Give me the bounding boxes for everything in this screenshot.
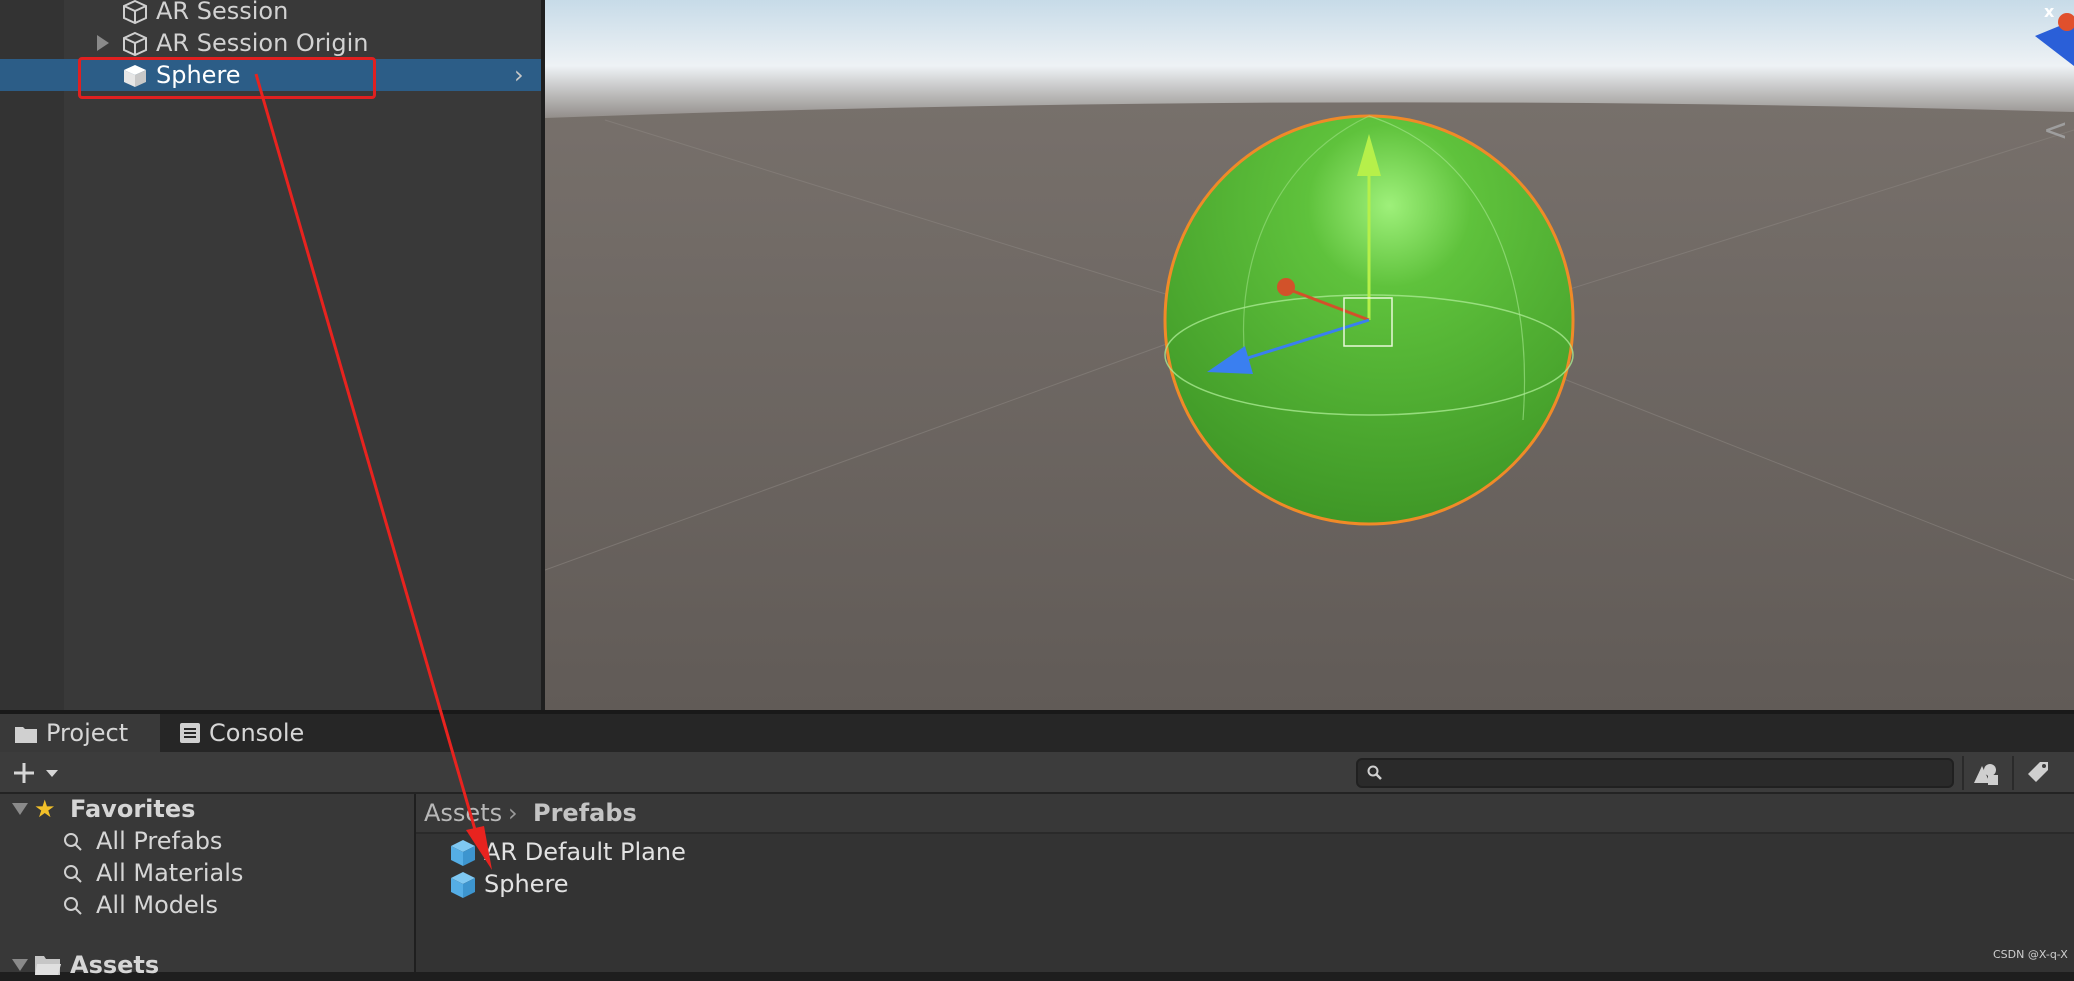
breadcrumb-separator-icon: ›: [508, 799, 518, 827]
tab-label: Console: [209, 719, 305, 747]
search-icon: [64, 865, 82, 883]
tree-item-label: Favorites: [70, 795, 196, 823]
hierarchy-gutter: [0, 0, 64, 710]
gameobject-icon: [123, 31, 147, 57]
tree-item-label: All Materials: [96, 859, 244, 887]
console-icon: [180, 723, 200, 743]
chevron-right-icon[interactable]: ›: [514, 63, 524, 87]
tag-icon: [2028, 762, 2048, 782]
gizmo-axis-label: x: [2044, 2, 2055, 21]
overlay-collapse-icon[interactable]: <: [2043, 116, 2068, 146]
tree-item-label: All Prefabs: [96, 827, 223, 855]
search-input[interactable]: [1356, 758, 1954, 788]
tree-item-all-prefabs[interactable]: All Prefabs: [0, 825, 414, 857]
filter-type-icon: [1974, 764, 1998, 785]
hierarchy-item-ar-session[interactable]: AR Session: [0, 0, 541, 27]
star-icon: ★: [34, 795, 56, 823]
scene-canvas[interactable]: [545, 0, 2074, 710]
filter-by-type-button[interactable]: [1968, 756, 2008, 790]
asset-label: AR Default Plane: [484, 838, 686, 866]
create-button[interactable]: [10, 758, 66, 788]
folder-open-icon: [35, 956, 61, 975]
prefab-icon: [451, 840, 475, 866]
tree-item-label: Assets: [70, 951, 160, 979]
folder-icon: [15, 727, 37, 743]
watermark: CSDN @X-q-X: [1993, 948, 2068, 961]
hierarchy-item-label: AR Session: [156, 0, 289, 25]
annotation-highlight-box: [78, 57, 376, 99]
prefab-icon: [451, 872, 475, 898]
asset-item-ar-default-plane[interactable]: AR Default Plane: [416, 836, 1116, 868]
tree-item-label: All Models: [96, 891, 218, 919]
toolbar-separator: [1962, 756, 1964, 790]
breadcrumb: [416, 794, 2074, 834]
hierarchy-item-label: AR Session Origin: [156, 29, 369, 57]
gameobject-icon: [123, 0, 147, 25]
tree-item-favorites[interactable]: ★ Favorites: [0, 793, 414, 825]
hierarchy-item-ar-session-origin[interactable]: AR Session Origin: [0, 27, 541, 59]
search-icon: [1367, 765, 1382, 780]
tree-item-assets[interactable]: Assets: [0, 949, 414, 981]
toolbar-separator: [2012, 756, 2014, 790]
plus-icon: [14, 763, 58, 783]
bottom-tab-bar: Project Console: [0, 714, 2074, 752]
expand-arrow-icon[interactable]: [97, 35, 109, 51]
filter-by-label-button[interactable]: [2018, 756, 2058, 790]
asset-label: Sphere: [484, 870, 569, 898]
breadcrumb-prefabs[interactable]: Prefabs: [533, 798, 637, 828]
tab-label: Project: [46, 719, 129, 747]
asset-item-sphere[interactable]: Sphere: [416, 868, 1116, 900]
breadcrumb-assets[interactable]: Assets: [424, 798, 502, 828]
tree-item-all-materials[interactable]: All Materials: [0, 857, 414, 889]
hierarchy-panel: [0, 0, 541, 710]
tree-item-all-models[interactable]: All Models: [0, 889, 414, 921]
search-icon: [64, 897, 82, 915]
search-icon: [64, 833, 82, 851]
collapse-arrow-icon[interactable]: [12, 959, 28, 971]
collapse-arrow-icon[interactable]: [12, 803, 28, 815]
scene-view[interactable]: [545, 0, 2074, 710]
tab-project[interactable]: Project: [0, 714, 160, 752]
tab-console[interactable]: Console: [163, 714, 333, 752]
